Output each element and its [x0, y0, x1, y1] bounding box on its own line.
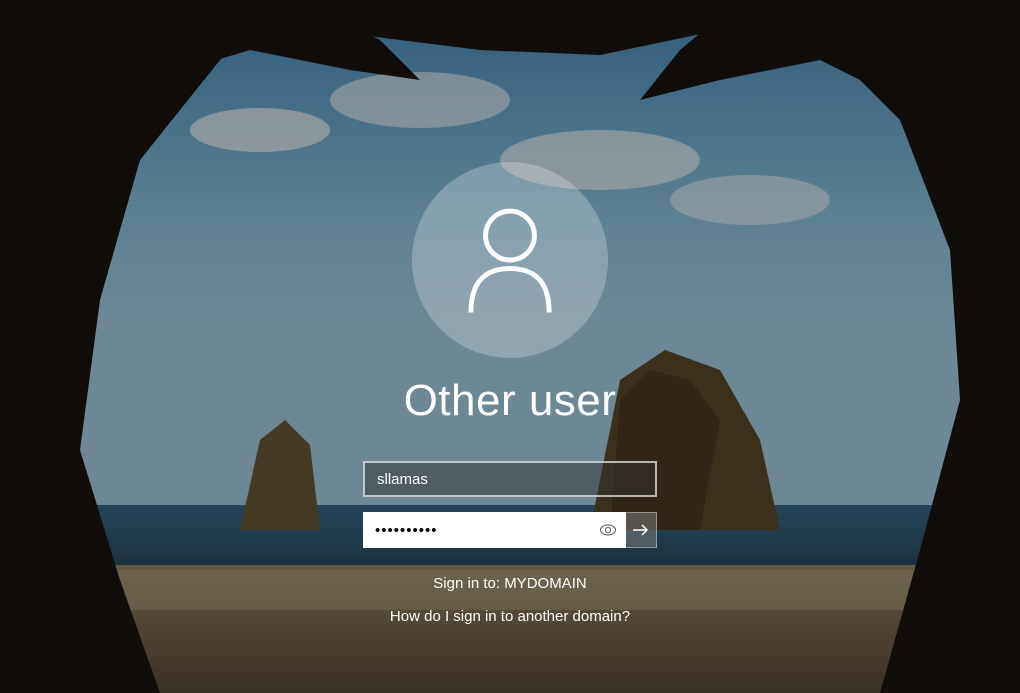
login-panel: Other user Sign in to: MYDOMAIN How do I… [0, 0, 1020, 693]
domain-name: MYDOMAIN [504, 575, 587, 592]
person-icon [460, 205, 560, 315]
other-domain-link[interactable]: How do I sign in to another domain? [390, 608, 630, 625]
password-reveal-button[interactable] [590, 512, 626, 548]
signin-domain-text: Sign in to: MYDOMAIN [433, 575, 586, 592]
arrow-right-icon [631, 522, 651, 538]
submit-button[interactable] [626, 512, 657, 548]
login-title: Other user [404, 376, 617, 426]
username-row [363, 461, 657, 497]
eye-icon [600, 524, 616, 536]
signin-label: Sign in to: [433, 575, 504, 592]
user-avatar [412, 162, 608, 358]
password-row [363, 512, 657, 548]
password-input[interactable] [363, 512, 590, 548]
password-field-wrapper [363, 512, 626, 548]
username-input[interactable] [363, 461, 657, 497]
